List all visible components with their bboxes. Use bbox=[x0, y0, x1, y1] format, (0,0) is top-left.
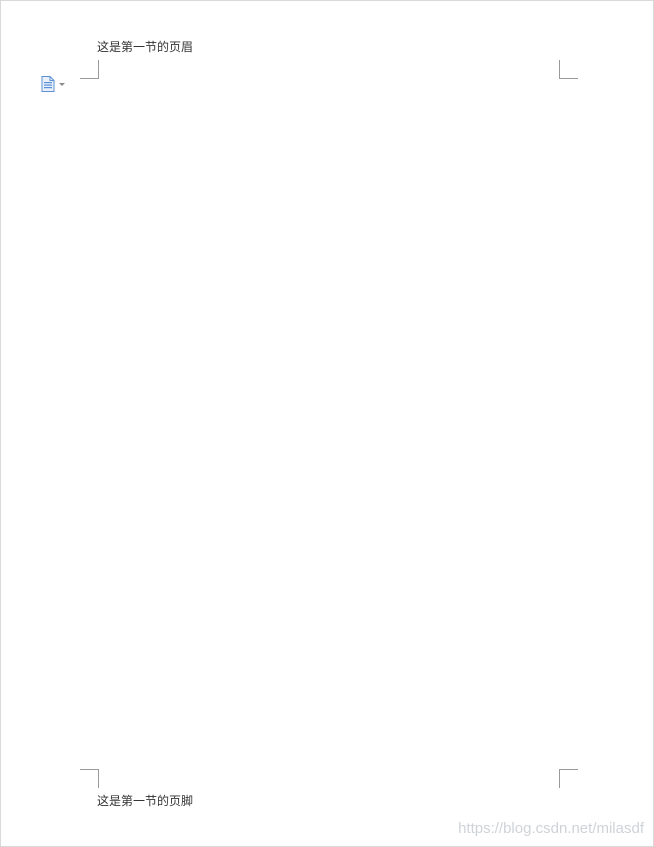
document-page[interactable]: 这是第一节的页眉 这是第一节的页脚 bbox=[0, 0, 654, 847]
margin-corner-bottom-right bbox=[559, 769, 578, 788]
watermark-url: https://blog.csdn.net/milasdf bbox=[458, 820, 644, 837]
page-header-text[interactable]: 这是第一节的页眉 bbox=[97, 40, 193, 54]
document-icon bbox=[41, 76, 55, 92]
margin-corner-bottom-left bbox=[80, 769, 99, 788]
paste-options-button[interactable] bbox=[41, 75, 71, 93]
page-footer-text[interactable]: 这是第一节的页脚 bbox=[97, 794, 193, 808]
margin-corner-top-right bbox=[559, 60, 578, 79]
chevron-down-icon bbox=[59, 82, 65, 86]
margin-corner-top-left bbox=[80, 60, 99, 79]
